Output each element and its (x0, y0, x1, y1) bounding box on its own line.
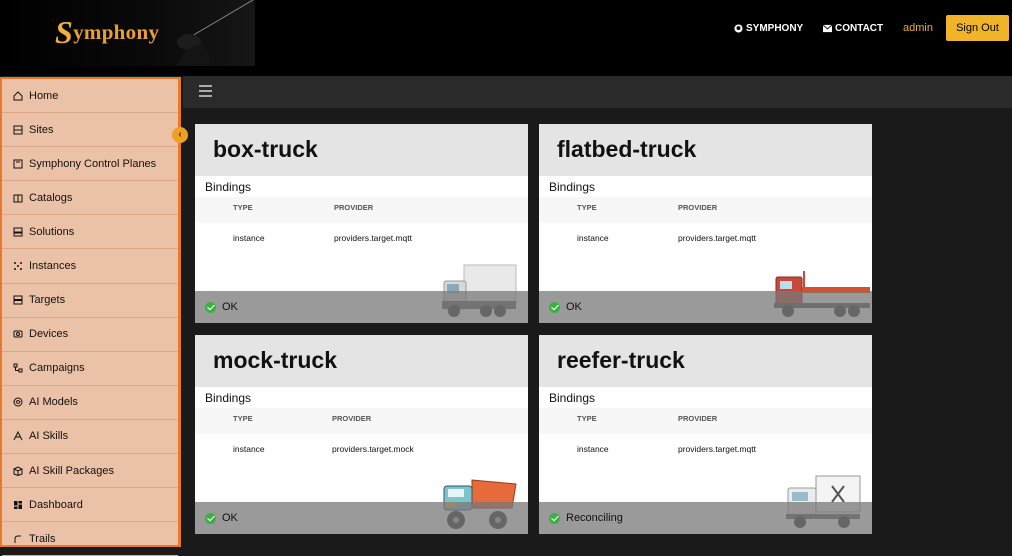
status-text: OK (222, 512, 238, 524)
sidebar-item-instances[interactable]: Instances (2, 249, 178, 284)
col-provider-header: PROVIDER (334, 203, 374, 212)
instances-icon (14, 262, 22, 271)
logo-text: Symphony (55, 14, 160, 50)
binding-provider: providers.target.mqtt (678, 444, 756, 454)
table-row: instance providers.target.mock (195, 434, 528, 464)
sidebar-item-trails[interactable]: Trails (2, 522, 178, 556)
bindings-table-header: TYPE PROVIDER (195, 197, 528, 223)
catalog-icon (13, 194, 23, 203)
solutions-icon (13, 227, 23, 237)
bindings-label: Bindings (205, 391, 252, 405)
col-type-header: TYPE (233, 414, 253, 423)
bindings-label: Bindings (549, 391, 596, 405)
table-row: instance providers.target.mqtt (539, 434, 872, 464)
chevron-left-icon: ‹ (178, 129, 182, 140)
sidebar-item-devices[interactable]: Devices (2, 318, 178, 352)
sites-icon (13, 125, 23, 135)
bindings-table-header: TYPE PROVIDER (539, 197, 872, 223)
binding-type: instance (233, 444, 265, 454)
binding-type: instance (233, 233, 265, 243)
ai-models-icon (13, 397, 23, 407)
sidebar-item-ai-skill-packages[interactable]: AI Skill Packages (2, 454, 178, 489)
col-provider-header: PROVIDER (678, 414, 718, 423)
table-row: instance providers.target.mqtt (539, 223, 872, 253)
status-text: Reconciling (566, 512, 623, 524)
sidebar: Home Sites Symphony Control Planes Catal… (0, 77, 181, 556)
check-circle-icon (205, 512, 216, 524)
target-card-box-truck[interactable]: box-truck Bindings TYPE PROVIDER instanc… (195, 124, 528, 323)
bindings-label: Bindings (549, 180, 596, 194)
trails-icon (14, 535, 21, 543)
status-bar: OK (195, 502, 528, 534)
symphony-github-link[interactable]: SYMPHONY (734, 23, 803, 34)
col-provider-header: PROVIDER (678, 203, 718, 212)
sidebar-item-solutions[interactable]: Solutions (2, 215, 178, 250)
binding-type: instance (577, 233, 609, 243)
sidebar-collapse-button[interactable]: ‹ (172, 127, 188, 143)
sidebar-item-catalogs[interactable]: Catalogs (2, 181, 178, 216)
status-text: OK (566, 301, 582, 313)
sidebar-item-ai-models[interactable]: AI Models (2, 386, 178, 420)
status-bar: OK (539, 291, 872, 323)
binding-provider: providers.target.mock (332, 444, 414, 454)
table-row: instance providers.target.mqtt (195, 223, 528, 253)
sidebar-item-ai-skills[interactable]: AI Skills (2, 420, 178, 455)
control-plane-icon (13, 159, 23, 169)
binding-type: instance (577, 444, 609, 454)
app-header: Symphony SYMPHONY CONTACT admin Sign Out (0, 0, 1012, 76)
card-title: mock-truck (195, 335, 528, 387)
target-card-flatbed-truck[interactable]: flatbed-truck Bindings TYPE PROVIDER ins… (539, 124, 872, 323)
github-icon (734, 24, 743, 33)
devices-icon (13, 330, 23, 338)
conductor-baton-image (177, 0, 254, 66)
sidebar-item-dashboard[interactable]: Dashboard (2, 488, 178, 523)
bindings-label: Bindings (205, 180, 252, 194)
check-circle-icon (549, 301, 560, 313)
binding-provider: providers.target.mqtt (678, 233, 756, 243)
binding-provider: providers.target.mqtt (334, 233, 412, 243)
col-type-header: TYPE (233, 203, 253, 212)
bindings-table-header: TYPE PROVIDER (195, 408, 528, 434)
card-title: box-truck (195, 124, 528, 176)
content-toolbar (183, 76, 1012, 108)
target-card-mock-truck[interactable]: mock-truck Bindings TYPE PROVIDER instan… (195, 335, 528, 534)
campaigns-icon (13, 363, 23, 373)
col-type-header: TYPE (577, 414, 597, 423)
card-title: reefer-truck (539, 335, 872, 387)
ai-skills-icon (13, 431, 23, 441)
dashboard-icon (14, 500, 22, 509)
contact-link[interactable]: CONTACT (823, 23, 883, 34)
sidebar-item-control-planes[interactable]: Symphony Control Planes (2, 147, 178, 182)
bindings-table-header: TYPE PROVIDER (539, 408, 872, 434)
col-provider-header: PROVIDER (332, 414, 372, 423)
check-circle-icon (205, 301, 216, 313)
col-type-header: TYPE (577, 203, 597, 212)
current-user[interactable]: admin (903, 22, 933, 34)
status-bar: Reconciling (539, 502, 872, 534)
sign-out-button[interactable]: Sign Out (946, 15, 1009, 41)
target-card-reefer-truck[interactable]: reefer-truck Bindings TYPE PROVIDER inst… (539, 335, 872, 534)
ai-skill-packages-icon (13, 466, 23, 476)
sidebar-item-targets[interactable]: Targets (2, 284, 178, 318)
sidebar-item-campaigns[interactable]: Campaigns (2, 352, 178, 386)
symphony-logo[interactable]: Symphony (0, 0, 255, 66)
home-icon (13, 90, 23, 101)
menu-icon[interactable] (199, 85, 212, 97)
status-bar: OK (195, 291, 528, 323)
sidebar-item-home[interactable]: Home (2, 79, 178, 114)
status-text: OK (222, 301, 238, 313)
card-title: flatbed-truck (539, 124, 872, 176)
check-circle-icon (549, 512, 560, 524)
sidebar-item-sites[interactable]: Sites (2, 113, 178, 148)
mail-icon (823, 24, 832, 33)
targets-icon (13, 295, 23, 305)
